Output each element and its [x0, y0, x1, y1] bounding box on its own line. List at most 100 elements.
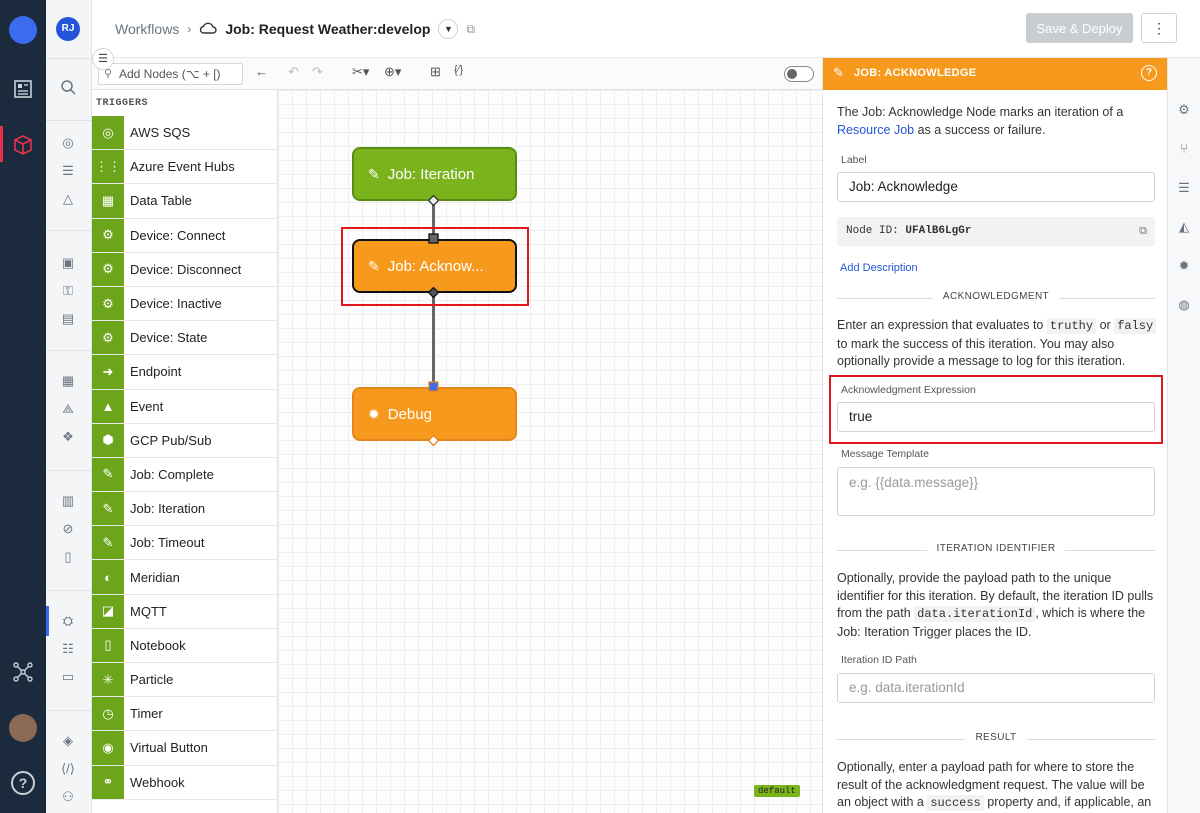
edge-icon[interactable]: ◈ — [57, 730, 79, 752]
add-nodes-placeholder: Add Nodes (⌥ + [) — [119, 67, 221, 81]
code-falsy: falsy — [1114, 318, 1157, 334]
resource-job-link[interactable]: Resource Job — [837, 123, 914, 137]
mqtt-icon: ◪ — [92, 594, 124, 628]
help-icon[interactable]: ? — [11, 771, 35, 795]
output-port-icon[interactable] — [428, 435, 439, 446]
copy-icon[interactable]: ⧉ — [1139, 217, 1147, 246]
more-options-button[interactable]: ⋮ — [1141, 13, 1177, 43]
settings-gear-icon[interactable]: ⚙ — [1175, 101, 1193, 119]
experience-icon[interactable]: ❖ — [57, 426, 79, 448]
palette-item[interactable]: ▲ Event — [92, 389, 277, 424]
palette-item-label: Event — [130, 398, 164, 414]
notebooks-icon[interactable]: ▯ — [57, 546, 79, 568]
palette-item[interactable]: ⚭ Webhook — [92, 765, 277, 800]
iteration-id-input[interactable]: e.g. data.iterationId — [837, 673, 1155, 703]
palette-item[interactable]: ◪ MQTT — [92, 594, 277, 629]
palette-item[interactable]: ◷ Timer — [92, 697, 277, 732]
user-avatar[interactable] — [9, 714, 37, 742]
search-icon[interactable] — [57, 76, 79, 98]
ack-expression-label: Acknowledgment Expression — [841, 384, 976, 396]
save-deploy-button[interactable]: Save & Deploy — [1026, 13, 1133, 43]
palette-item[interactable]: ▯ Notebook — [92, 628, 277, 663]
ack-expression-input[interactable]: true — [837, 402, 1155, 432]
app-files-icon[interactable]: ☰ — [57, 160, 79, 182]
add-comment-icon[interactable]: ⊞ — [430, 64, 441, 80]
device-icon: ⚙ — [92, 321, 124, 355]
chart-icon[interactable]: ◭ — [1175, 218, 1193, 236]
workflows-icon[interactable]: ⛭ — [57, 610, 79, 632]
input-port-icon[interactable] — [428, 381, 439, 392]
palette-item[interactable]: ◉ Virtual Button — [92, 731, 277, 766]
losant-logo-icon[interactable] — [9, 16, 37, 44]
bug-icon[interactable]: ✹ — [1175, 257, 1193, 275]
node-job-acknowledge[interactable]: ✎ Job: Acknow... — [352, 239, 517, 293]
network-icon[interactable] — [11, 660, 35, 684]
add-nodes-search[interactable]: ⚲ Add Nodes (⌥ + [) — [98, 63, 243, 85]
globe-icon[interactable]: ◍ — [1175, 296, 1193, 314]
output-port-icon[interactable] — [428, 195, 439, 206]
code-icon[interactable]: ⟨/⟩ — [57, 758, 79, 780]
ack-text-2: or — [1099, 318, 1111, 332]
palette-item[interactable]: ✳ Particle — [92, 663, 277, 698]
app-overview-icon[interactable]: ◎ — [57, 132, 79, 154]
label-input[interactable]: Job: Acknowledge — [837, 172, 1155, 202]
palette-item[interactable]: ⚙ Device: State — [92, 321, 277, 356]
app-templates-icon[interactable]: ▭ — [57, 666, 79, 688]
help-icon[interactable]: ? — [1141, 65, 1157, 81]
redo-icon[interactable]: ↷ — [312, 64, 323, 80]
team-icon[interactable]: ⚇ — [57, 786, 79, 808]
integrations-icon[interactable]: ⟁ — [57, 398, 79, 420]
panel-title: JOB: ACKNOWLEDGE — [854, 67, 977, 79]
dashboard-icon[interactable] — [11, 77, 35, 101]
message-template-textarea[interactable]: e.g. {{data.message}} — [837, 467, 1155, 516]
zoom-icon[interactable]: ⊕▾ — [384, 64, 401, 80]
alerts-icon[interactable]: △ — [57, 188, 79, 210]
workflow-dropdown-icon[interactable]: ▼ — [438, 19, 459, 39]
add-description-link[interactable]: Add Description — [840, 262, 918, 274]
palette-item-label: Meridian — [130, 569, 180, 585]
storage-icon[interactable]: ☰ — [1175, 179, 1193, 197]
palette-item[interactable]: ➜ Endpoint — [92, 355, 277, 390]
label-field-label: Label — [841, 154, 867, 166]
input-port-icon[interactable] — [428, 233, 439, 244]
palette-item[interactable]: ✎ Job: Complete — [92, 457, 277, 493]
applications-cube-icon[interactable] — [11, 133, 35, 157]
workflow-canvas[interactable]: ✎ Job: Iteration ✎ Job: Acknow... ✹ Debu… — [278, 90, 822, 813]
dashboards-icon[interactable]: ▥ — [57, 490, 79, 512]
divider — [46, 350, 92, 351]
palette-item[interactable]: ⚙ Device: Disconnect — [92, 252, 277, 287]
node-job-iteration[interactable]: ✎ Job: Iteration — [352, 147, 517, 201]
palette-item[interactable]: ▦ Data Table — [92, 184, 277, 219]
menu-toggle-icon[interactable]: ☰ — [92, 48, 114, 70]
palette-item[interactable]: ◐ Meridian — [92, 560, 277, 595]
user-initials-avatar[interactable]: RJ — [56, 17, 80, 41]
breadcrumb-workflows[interactable]: Workflows — [115, 21, 179, 37]
undo-icon[interactable]: ↶ — [288, 64, 299, 80]
palette-item[interactable]: ✎ Job: Iteration — [92, 492, 277, 527]
palette-item[interactable]: ✎ Job: Timeout — [92, 526, 277, 561]
arrow-left-icon[interactable]: ← — [255, 64, 268, 79]
ack-text-3: to mark the success of this iteration. Y… — [837, 336, 1126, 369]
copy-icon[interactable]: ⧉ — [466, 22, 475, 37]
node-config-panel: ✎ JOB: ACKNOWLEDGE ? The Job: Acknowledg… — [822, 58, 1168, 813]
variables-icon[interactable]: {⁄} — [454, 64, 463, 76]
keys-icon[interactable]: ⚿ — [57, 280, 79, 302]
palette-item[interactable]: ⋮⋮ Azure Event Hubs — [92, 150, 277, 185]
divider — [46, 710, 92, 711]
palette-item[interactable]: ⚙ Device: Inactive — [92, 286, 277, 322]
compass-icon[interactable]: ⊘ — [57, 518, 79, 540]
palette-item[interactable]: ◎ AWS SQS — [92, 116, 277, 151]
scissors-icon[interactable]: ✂▾ — [352, 64, 369, 80]
theme-toggle[interactable] — [784, 66, 814, 82]
palette-item[interactable]: ⚙ Device: Connect — [92, 218, 277, 253]
branch-icon[interactable]: ⑂ — [1175, 140, 1193, 158]
gcp-icon: ⬢ — [92, 423, 124, 457]
data-tables-icon[interactable]: ▦ — [57, 370, 79, 392]
devices-icon[interactable]: ▣ — [57, 252, 79, 274]
node-debug[interactable]: ✹ Debug — [352, 387, 517, 441]
events-icon[interactable]: ▤ — [57, 308, 79, 330]
output-port-icon[interactable] — [428, 287, 439, 298]
resource-jobs-icon[interactable]: ☷ — [57, 638, 79, 660]
palette-item[interactable]: ⬢ GCP Pub/Sub — [92, 423, 277, 458]
palette-item-label: Job: Iteration — [130, 501, 206, 517]
